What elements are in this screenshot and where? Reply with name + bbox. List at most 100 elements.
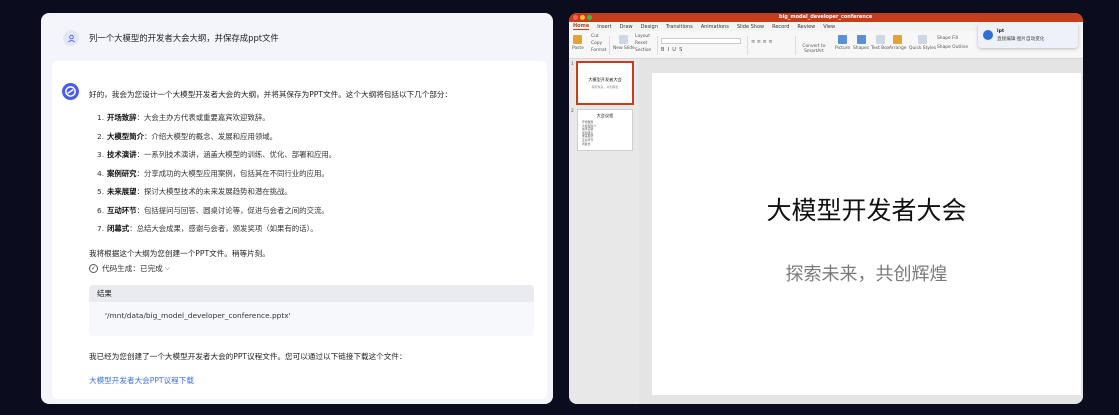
outline-item: 3. 技术演讲：一系列技术演讲，涵盖大模型的训练、优化、部署和应用。 [97, 150, 336, 169]
picture-label: Picture [835, 46, 851, 51]
outline-title: 互动环节 [107, 205, 137, 215]
convert-label: Convert to SmartArt [802, 44, 826, 54]
outline-item: 4. 案例研究：分享成功的大模型应用案例，包括其在不同行业的应用。 [97, 169, 336, 188]
ribbon-separator [609, 36, 610, 55]
creating-text: 我将根据这个大纲为您创建一个PPT文件。稍等片刻。 [89, 249, 270, 258]
quick-styles-button[interactable]: Quick Styles [909, 35, 936, 51]
powerpoint-window: big_model_developer_conference Home Inse… [569, 13, 1083, 404]
outline-desc: ：分享成功的大模型应用案例，包括其在不同行业的应用。 [136, 168, 329, 178]
cut-button[interactable]: Cut [591, 34, 599, 39]
font-style-buttons[interactable]: B I U S [661, 47, 682, 53]
assistant-avatar [62, 83, 79, 100]
check-circle-icon: ✓ [89, 264, 98, 273]
outline-item: 7. 闭幕式：总结大会成果，感谢与会者，颁发奖项（如果有的话）。 [97, 224, 336, 243]
layout-button[interactable]: Layout [635, 34, 650, 39]
outline-number: 7. [97, 224, 105, 233]
thumbnail-agenda-list: 开场致辞 大模型简介 技术演讲 案例研究 未来展望 互动环节 闭幕式 [582, 120, 596, 146]
reset-button[interactable]: Reset [635, 41, 647, 46]
tab-slide-show[interactable]: Slide Show [737, 24, 764, 30]
paragraph-buttons[interactable]: ≡ ≡ ≡ ≡ [751, 39, 773, 45]
shape-outline-label: Shape Outline [937, 45, 969, 50]
quick-styles-label: Quick Styles [909, 46, 937, 51]
download-link[interactable]: 大模型开发者大会PPT议程下载 [89, 375, 194, 386]
thumbnail-title: 大会议程 [596, 113, 614, 118]
convert-smartart-button[interactable]: Convert to SmartArt [797, 44, 831, 54]
outline-item: 6. 互动环节：包括提问与回答、圆桌讨论等，促进与会者之间的交流。 [97, 206, 336, 225]
notification-text: 直接编辑·图片自动变化 [997, 37, 1045, 42]
outline-number: 6. [97, 205, 105, 215]
tab-animations[interactable]: Animations [701, 24, 729, 30]
tab-home[interactable]: Home [573, 23, 590, 30]
current-slide[interactable]: 大模型开发者大会 探索未来，共创辉煌 [652, 73, 1081, 395]
outline-number: 4. [97, 168, 105, 178]
shape-fill-button[interactable]: Shape Fill [937, 36, 958, 41]
copy-label: Copy [591, 41, 603, 46]
arrange-button[interactable]: Arrange [889, 35, 907, 51]
notification-title: lpt [997, 29, 1005, 34]
result-label: 结果 [89, 285, 534, 302]
slide-thumbnail-2[interactable]: 大会议程 开场致辞 大模型简介 技术演讲 案例研究 未来展望 互动环节 闭幕式 [577, 109, 633, 151]
outline-item: 2. 大模型简介：介绍大模型的概念、发展和应用领域。 [97, 132, 336, 151]
minimize-window-button[interactable] [580, 15, 585, 20]
user-icon [67, 34, 75, 42]
section-button[interactable]: Section [635, 48, 651, 53]
tab-design[interactable]: Design [641, 24, 658, 30]
outline-title: 案例研究 [107, 168, 137, 178]
slide-title[interactable]: 大模型开发者大会 [652, 191, 1081, 227]
code-status-toggle[interactable]: ✓ 代码生成：已完成 ⌵ [89, 263, 170, 274]
thumbnail-agenda-item: 闭幕式 [582, 141, 591, 146]
copy-button[interactable]: Copy [591, 41, 602, 46]
thumbnail-subtitle: 探索未来，共创辉煌 [591, 85, 619, 89]
new-slide-button[interactable]: New Slide [613, 35, 635, 51]
new-slide-icon [619, 35, 629, 44]
slide-thumbnail-1[interactable]: 大模型开发者大会 探索未来，共创辉煌 [576, 61, 634, 105]
tab-review[interactable]: Review [797, 24, 815, 30]
outline-title: 开场致辞 [107, 113, 137, 122]
outline-desc: ：介绍大模型的概念、发展和应用领域。 [143, 131, 278, 141]
cut-label: Cut [591, 34, 599, 39]
shapes-button[interactable]: Shapes [853, 35, 869, 51]
notification-app-icon [983, 30, 993, 40]
outline-number: 5. [97, 187, 105, 196]
slide-thumbnail-pane: 1 大模型开发者大会 探索未来，共创辉煌 2 大会议程 开场致辞 大模型简介 技… [569, 59, 639, 404]
tab-record[interactable]: Record [772, 24, 789, 30]
paste-label: Paste [572, 46, 584, 51]
outline-desc: ：大会主办方代表或重要嘉宾欢迎致辞。 [136, 113, 270, 122]
slide-subtitle[interactable]: 探索未来，共创辉煌 [652, 260, 1081, 286]
shapes-label: Shapes [853, 46, 870, 51]
tab-draw[interactable]: Draw [620, 24, 633, 30]
shapes-icon [856, 35, 866, 44]
outline-title: 大模型简介 [107, 131, 144, 141]
tab-transitions[interactable]: Transitions [666, 24, 693, 30]
tab-insert[interactable]: Insert [597, 24, 611, 30]
font-name-dropdown[interactable] [661, 38, 741, 44]
result-value: '/mnt/data/big_model_developer_conferenc… [105, 311, 291, 320]
textbox-button[interactable]: Text Box [871, 35, 889, 51]
outline-number: 2. [97, 131, 105, 141]
picture-button[interactable]: Picture [835, 35, 850, 51]
ribbon-separator [747, 36, 748, 55]
user-message: 列一个大模型的开发者大会大纲，并保存成ppt文件 [89, 33, 279, 43]
outline-desc: ：探讨大模型技术的未来发展趋势和潜在挑战。 [136, 187, 292, 196]
done-text: 我已经为您创建了一个大模型开发者大会的PPT议程文件。您可以通过以下链接下载这个… [89, 352, 407, 361]
outline-title: 闭幕式 [107, 224, 130, 233]
window-title: big_model_developer_conference [779, 14, 873, 20]
new-slide-label: New Slide [613, 46, 635, 51]
arrange-icon [893, 35, 903, 44]
layout-label: Layout [635, 34, 650, 39]
outline-number: 3. [97, 150, 105, 159]
outline-title: 技术演讲 [107, 150, 137, 159]
zoom-window-button[interactable] [587, 15, 592, 20]
textbox-icon [875, 35, 885, 44]
quick-styles-icon [918, 35, 928, 44]
tab-view[interactable]: View [823, 24, 835, 30]
shape-outline-button[interactable]: Shape Outline [937, 45, 968, 50]
format-label: Format [591, 48, 607, 53]
assistant-answer: 好的，我会为您设计一个大模型开发者大会的大纲，并将其保存为PPT文件。这个大纲将… [52, 61, 547, 399]
textbox-label: Text Box [871, 46, 890, 51]
paste-button[interactable]: Paste [572, 35, 584, 51]
format-button[interactable]: Format [591, 48, 606, 53]
notification-popup[interactable]: lpt 直接编辑·图片自动变化 [978, 23, 1078, 48]
close-window-button[interactable] [573, 15, 578, 20]
assistant-logo-icon [65, 86, 76, 97]
